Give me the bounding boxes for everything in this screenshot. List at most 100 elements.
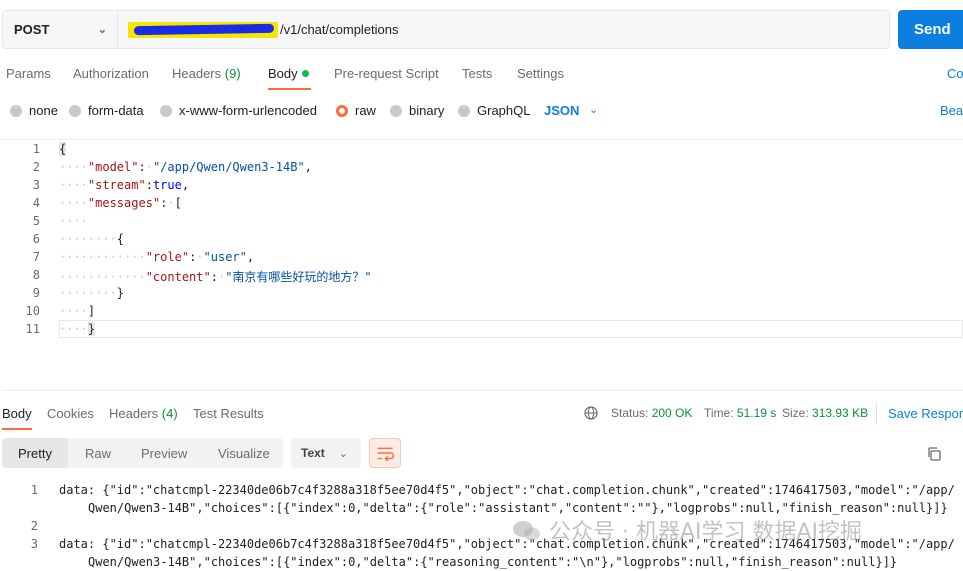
response-tab-body[interactable]: Body <box>2 406 32 421</box>
radio-graphql-label: GraphQL <box>477 103 531 118</box>
method-select[interactable]: POST ⌄ <box>2 10 117 49</box>
response-active-indicator <box>2 428 32 430</box>
code-line-4: ····"messages":·[ <box>59 196 182 210</box>
code-line-3: ····"stream":true, <box>59 178 190 192</box>
radio-none[interactable]: none <box>10 103 58 118</box>
editor-line-number: 4 <box>32 196 40 210</box>
chevron-down-icon: ⌄ <box>338 447 349 460</box>
save-response-button[interactable]: Save Respon <box>888 406 963 421</box>
radio-dot-icon <box>10 104 22 117</box>
editor-line-number: 5 <box>32 214 40 228</box>
status-indicator[interactable]: Status: 200 OK <box>611 406 692 420</box>
response-line-wrap: Qwen/Qwen3-14B","choices":[{"index":0,"d… <box>88 555 898 569</box>
view-preview-button[interactable]: Preview <box>141 438 187 468</box>
radio-raw[interactable]: raw <box>336 103 376 118</box>
size-label: Size: <box>782 406 809 420</box>
model-key: "model" <box>87 160 139 174</box>
globe-icon[interactable] <box>584 406 598 420</box>
response-format-label: Text <box>301 446 325 460</box>
radio-dot-icon <box>160 104 172 117</box>
url-path: /v1/chat/completions <box>280 22 399 37</box>
chevron-down-icon: ⌄ <box>97 24 107 36</box>
size-indicator[interactable]: Size: 313.93 KB <box>782 406 868 420</box>
tab-body-label: Body <box>268 66 298 81</box>
code-line-11: ····} <box>59 322 96 336</box>
tab-settings[interactable]: Settings <box>517 66 564 81</box>
radio-form-data-label: form-data <box>88 103 144 118</box>
response-format-select[interactable]: Text ⌄ <box>291 438 361 468</box>
active-tab-indicator <box>268 88 311 90</box>
status-label: Status: <box>611 406 649 420</box>
radio-form-data[interactable]: form-data <box>69 103 144 118</box>
send-button[interactable]: Send <box>898 10 963 49</box>
response-line: data: {"id":"chatcmpl-22340de06b7c4f3288… <box>59 483 955 497</box>
radio-urlencoded[interactable]: x-www-form-urlencoded <box>160 103 317 118</box>
watermark: 公众号 · 机器AI学习 数据AI挖掘 <box>512 514 862 546</box>
messages-key: "messages" <box>87 196 161 210</box>
current-line-highlight <box>59 320 963 338</box>
radio-urlencoded-label: x-www-form-urlencoded <box>179 103 317 118</box>
editor-line-number: 8 <box>32 268 40 282</box>
wrap-lines-icon[interactable] <box>369 438 401 468</box>
role-key: "role" <box>145 250 190 264</box>
time-value: 51.19 s <box>736 406 777 420</box>
response-line-number: 3 <box>30 537 38 551</box>
code-line-10: ····] <box>59 304 96 318</box>
view-visualize-button[interactable]: Visualize <box>218 438 270 468</box>
code-editor[interactable] <box>2 139 963 391</box>
role-value: "user" <box>203 250 247 264</box>
code-line-5: ···· <box>59 214 88 228</box>
tab-tests[interactable]: Tests <box>462 66 492 81</box>
content-value: "南京有哪些好玩的地方？" <box>225 270 372 284</box>
tab-headers-count: (9) <box>224 66 241 81</box>
divider <box>876 403 877 423</box>
tab-authorization[interactable]: Authorization <box>73 66 149 81</box>
wechat-icon <box>512 519 542 543</box>
editor-line-number: 2 <box>32 160 40 174</box>
url-input[interactable]: /v1/chat/completions <box>117 10 890 49</box>
response-tab-test-results[interactable]: Test Results <box>193 406 264 421</box>
tab-body[interactable]: Body <box>268 66 309 81</box>
response-tab-cookies[interactable]: Cookies <box>47 406 94 421</box>
editor-line-number: 10 <box>25 304 40 318</box>
code-line-2: ····"model":·"/app/Qwen/Qwen3-14B", <box>59 160 312 174</box>
cookies-link[interactable]: Co <box>947 66 963 81</box>
tab-params[interactable]: Params <box>6 66 51 81</box>
method-label: POST <box>14 22 50 37</box>
editor-line-number: 9 <box>32 286 40 300</box>
radio-none-label: none <box>29 103 58 118</box>
editor-line-number: 1 <box>32 142 40 156</box>
stream-key: "stream" <box>87 178 146 192</box>
modified-dot-icon <box>301 70 309 77</box>
response-line-number: 1 <box>30 483 38 497</box>
format-select[interactable]: JSON <box>544 103 579 118</box>
time-indicator[interactable]: Time: 51.19 s <box>704 406 776 420</box>
beautify-link[interactable]: Beau <box>940 103 963 118</box>
radio-dot-icon <box>69 104 81 117</box>
radio-binary[interactable]: binary <box>390 103 444 118</box>
tab-headers[interactable]: Headers (9) <box>172 66 241 81</box>
code-line-1: { <box>59 142 67 156</box>
code-line-9: ········} <box>59 286 125 300</box>
radio-dot-icon <box>458 104 470 117</box>
radio-binary-label: binary <box>409 103 445 118</box>
editor-line-number: 7 <box>32 250 40 264</box>
watermark-text: 公众号 · 机器AI学习 数据AI挖掘 <box>549 520 863 545</box>
response-tab-headers[interactable]: Headers (4) <box>109 406 178 421</box>
radio-raw-label: raw <box>355 103 376 118</box>
content-key: "content" <box>145 270 211 284</box>
code-line-6: ········{ <box>59 232 125 246</box>
copy-icon[interactable] <box>926 446 942 462</box>
redacted-host <box>128 21 278 38</box>
radio-graphql[interactable]: GraphQL <box>458 103 530 118</box>
response-tab-headers-label: Headers <box>109 406 159 421</box>
tab-prerequest-script[interactable]: Pre-request Script <box>334 66 439 81</box>
tab-headers-label: Headers <box>172 66 222 81</box>
response-line-wrap: Qwen/Qwen3-14B","choices":[{"index":0,"d… <box>88 501 948 515</box>
radio-dot-icon <box>390 104 402 117</box>
code-line-7: ············"role":·"user", <box>59 250 255 264</box>
view-pretty-button[interactable]: Pretty <box>2 438 68 468</box>
view-raw-button[interactable]: Raw <box>85 438 111 468</box>
editor-line-number: 6 <box>32 232 40 246</box>
chevron-down-icon: ⌄ <box>589 104 599 116</box>
